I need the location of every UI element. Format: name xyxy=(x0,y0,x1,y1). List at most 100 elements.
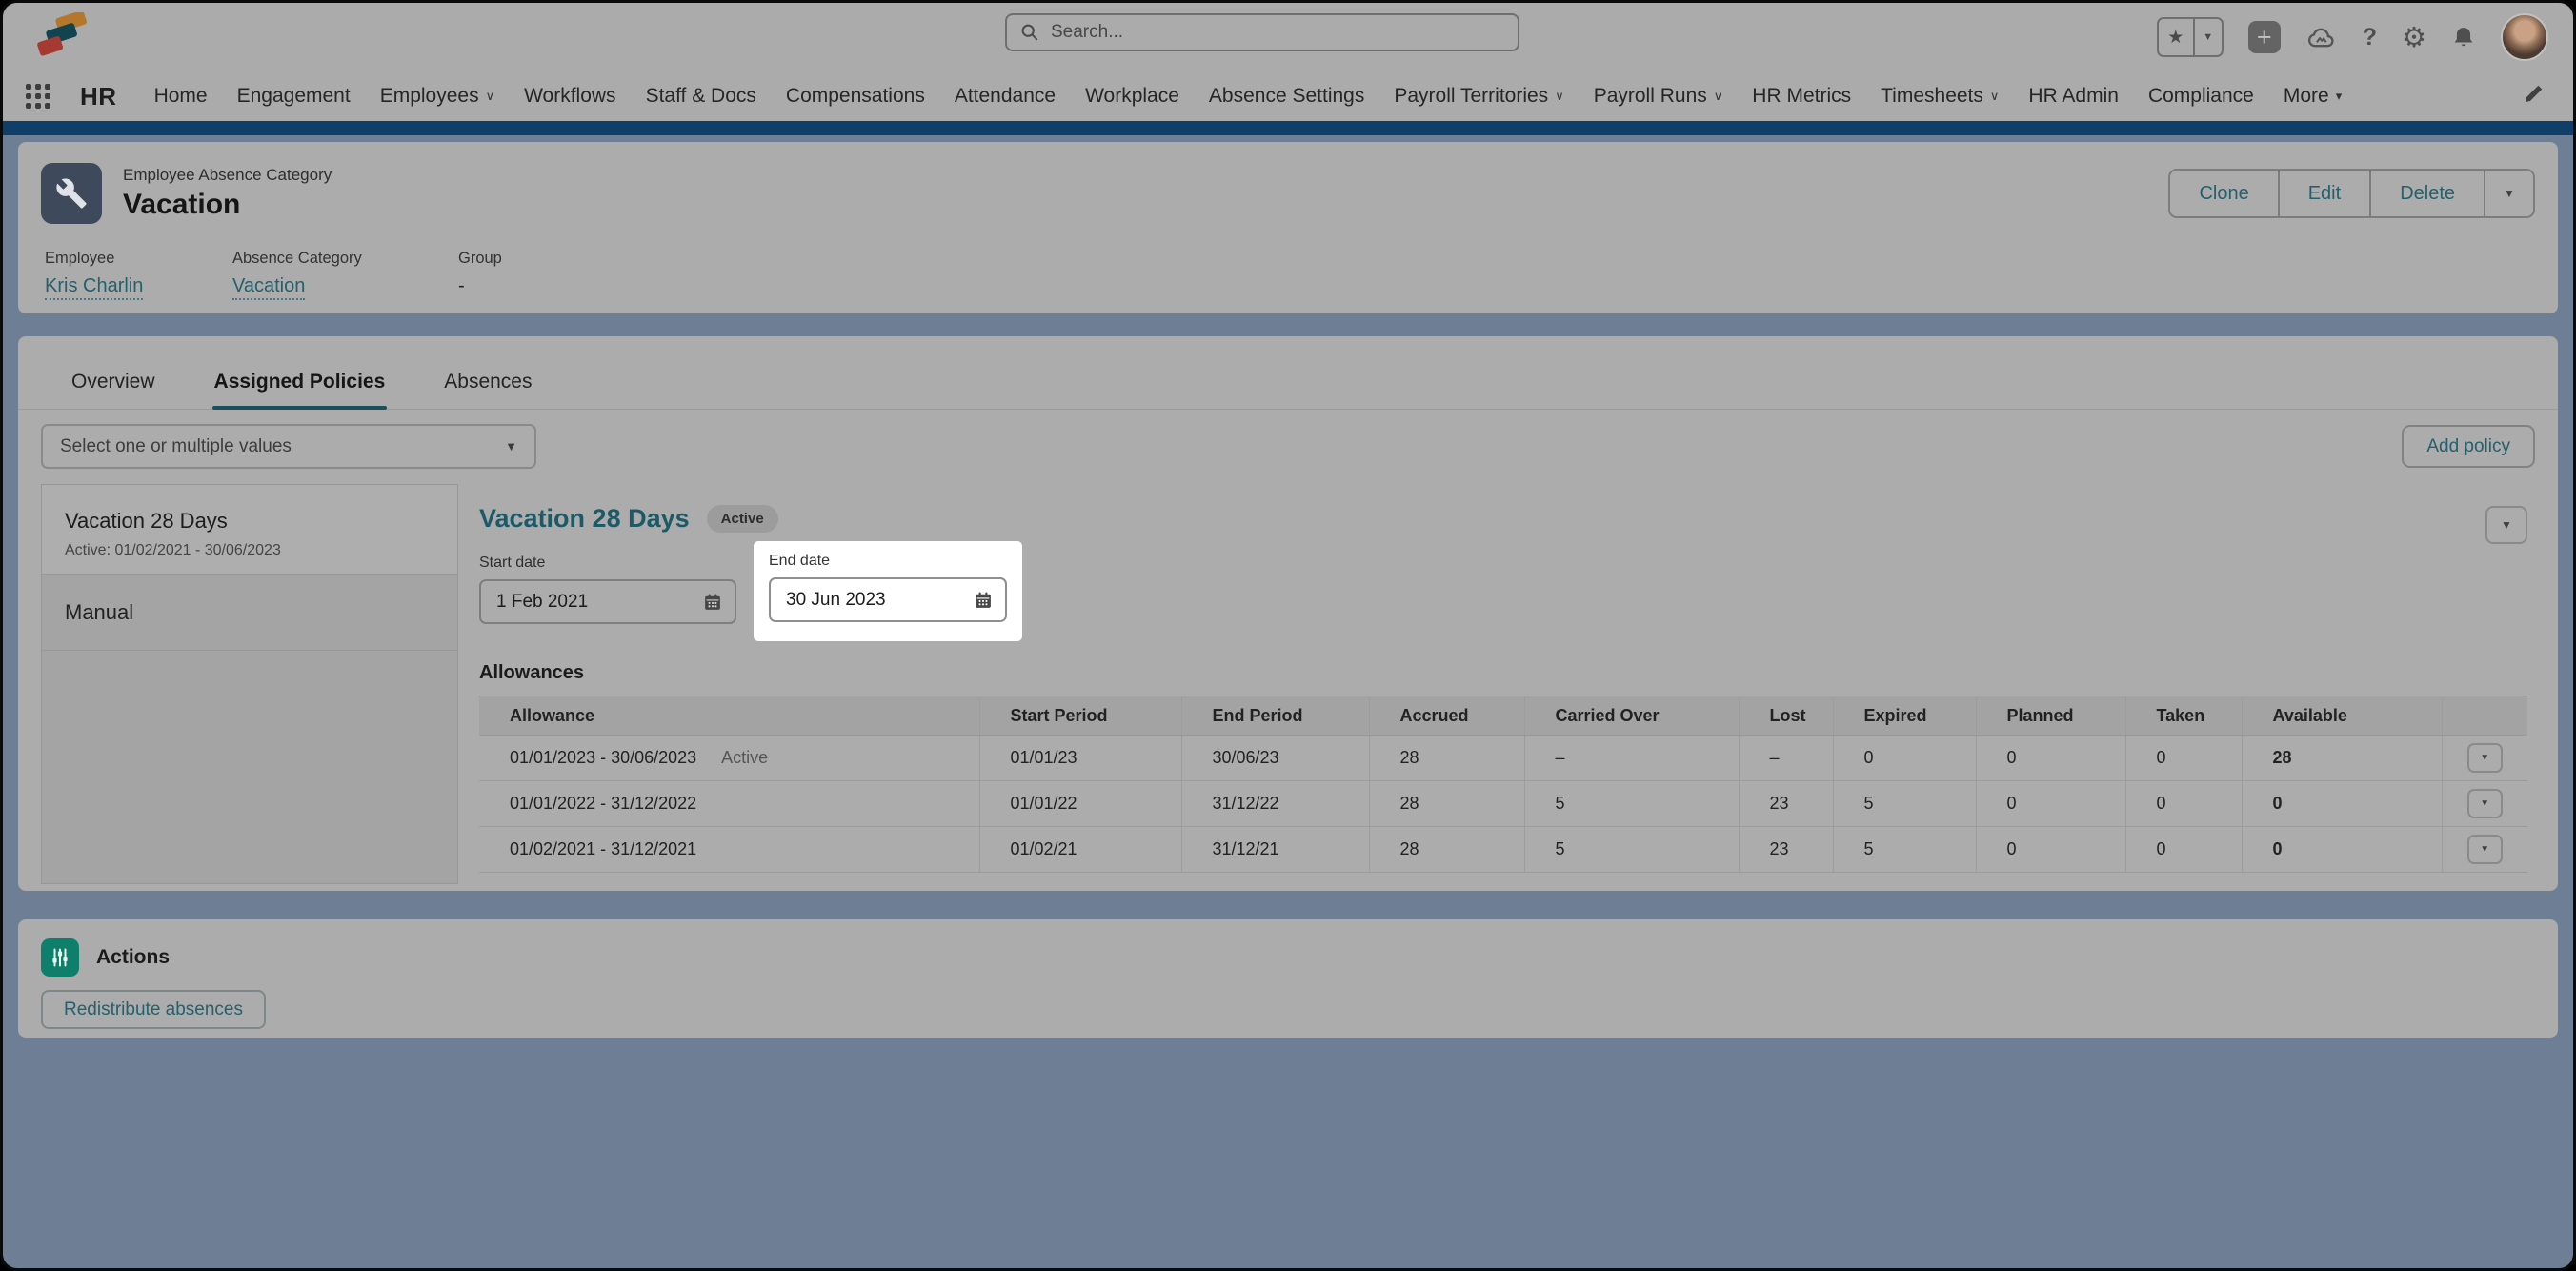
chevron-down-icon: ∨ xyxy=(1990,89,2000,104)
chevron-down-icon: ∨ xyxy=(1555,89,1564,104)
policy-title: Vacation 28 Days xyxy=(479,504,690,534)
allowances-heading: Allowances xyxy=(479,662,2535,684)
user-avatar[interactable] xyxy=(2501,13,2548,61)
actions-heading: Actions xyxy=(96,946,170,969)
clone-button[interactable]: Clone xyxy=(2170,171,2279,216)
search-input[interactable] xyxy=(1049,21,1504,44)
record-actions-button-group: Clone Edit Delete ▼ xyxy=(2168,169,2535,218)
field-employee: Employee Kris Charlin xyxy=(45,250,232,300)
app-window: ★ ▼ + ? ⚙ HR Home Engagement Employees∨ … xyxy=(0,0,2576,1271)
allowance-range: 01/01/2023 - 30/06/2023 xyxy=(510,748,696,767)
field-group: Group - xyxy=(458,250,502,300)
end-date-input[interactable]: 30 Jun 2023 xyxy=(769,577,1007,622)
start-date-field: Start date 1 Feb 2021 xyxy=(479,555,736,624)
actions-card: Actions Redistribute absences xyxy=(18,919,2558,1038)
nav-item-hr-metrics[interactable]: HR Metrics xyxy=(1752,85,1851,108)
record-entity-label: Employee Absence Category xyxy=(123,166,332,185)
absence-category-link[interactable]: Vacation xyxy=(232,275,305,300)
policy-actions-caret-button[interactable]: ▼ xyxy=(2485,506,2527,544)
wrench-icon xyxy=(55,177,88,210)
allowances-table: Allowance Start Period End Period Accrue… xyxy=(479,696,2527,873)
tab-overview[interactable]: Overview xyxy=(71,371,155,393)
add-policy-button[interactable]: Add policy xyxy=(2402,425,2535,468)
nav-item-engagement[interactable]: Engagement xyxy=(237,85,351,108)
caret-down-icon: ▾ xyxy=(2336,89,2343,104)
policy-filter-select[interactable]: Select one or multiple values ▼ xyxy=(41,424,536,469)
page-title: Vacation xyxy=(123,189,332,221)
nav-item-payroll-runs[interactable]: Payroll Runs∨ xyxy=(1594,85,1723,108)
nav-item-employees[interactable]: Employees∨ xyxy=(380,85,494,108)
redistribute-absences-button[interactable]: Redistribute absences xyxy=(41,990,266,1029)
chevron-down-icon: ∨ xyxy=(486,89,495,104)
guidance-cloud-icon[interactable] xyxy=(2305,25,2338,50)
help-icon[interactable]: ? xyxy=(2363,24,2377,51)
toolbar-row: Select one or multiple values ▼ Add poli… xyxy=(18,410,2558,484)
content-card: Overview Assigned Policies Absences Sele… xyxy=(18,336,2558,891)
search-icon xyxy=(1020,23,1039,42)
calendar-icon[interactable] xyxy=(703,593,722,612)
nav-item-payroll-territories[interactable]: Payroll Territories∨ xyxy=(1394,85,1563,108)
policy-list-item-vacation[interactable]: Vacation 28 Days Active: 01/02/2021 - 30… xyxy=(42,485,457,575)
nav-item-compensations[interactable]: Compensations xyxy=(786,85,925,108)
tab-bar: Overview Assigned Policies Absences xyxy=(18,336,2558,410)
actions-tile xyxy=(41,938,79,977)
start-date-input[interactable]: 1 Feb 2021 xyxy=(479,579,736,624)
nav-item-hr-admin[interactable]: HR Admin xyxy=(2028,85,2119,108)
nav-item-attendance[interactable]: Attendance xyxy=(955,85,1056,108)
policy-active-range: Active: 01/02/2021 - 30/06/2023 xyxy=(65,542,434,559)
end-date-field: End date 30 Jun 2023 xyxy=(769,553,1007,622)
edit-button[interactable]: Edit xyxy=(2280,171,2371,216)
nav-item-absence-settings[interactable]: Absence Settings xyxy=(1209,85,1364,108)
nav-item-workplace[interactable]: Workplace xyxy=(1085,85,1179,108)
favorite-star-icon[interactable]: ★ xyxy=(2159,19,2195,55)
policy-list-panel: Vacation 28 Days Active: 01/02/2021 - 30… xyxy=(41,484,458,884)
delete-button[interactable]: Delete xyxy=(2371,171,2485,216)
employee-link[interactable]: Kris Charlin xyxy=(45,275,143,300)
app-launcher-icon[interactable] xyxy=(26,84,50,109)
more-actions-caret-button[interactable]: ▼ xyxy=(2485,171,2533,216)
tab-absences[interactable]: Absences xyxy=(444,371,532,393)
nav-item-home[interactable]: Home xyxy=(154,85,208,108)
field-absence-category: Absence Category Vacation xyxy=(232,250,458,300)
table-row: 01/01/2023 - 30/06/2023Active 01/01/23 3… xyxy=(479,736,2527,781)
group-value: - xyxy=(458,275,502,297)
nav-item-timesheets[interactable]: Timesheets∨ xyxy=(1881,85,1999,108)
page-body: Employee Absence Category Vacation Clone… xyxy=(3,135,2573,1038)
notifications-bell-icon[interactable] xyxy=(2451,25,2476,50)
favorites-button-group[interactable]: ★ ▼ xyxy=(2157,17,2224,57)
tab-assigned-policies[interactable]: Assigned Policies xyxy=(214,371,386,393)
table-row: 01/01/2022 - 31/12/2022 01/01/22 31/12/2… xyxy=(479,781,2527,827)
allowance-range: 01/01/2022 - 31/12/2022 xyxy=(510,794,696,813)
allowance-range: 01/02/2021 - 31/12/2021 xyxy=(510,839,696,858)
nav-item-more[interactable]: More▾ xyxy=(2284,85,2342,108)
app-navigation-bar: HR Home Engagement Employees∨ Workflows … xyxy=(3,71,2573,121)
policy-detail-pane: ▼ Vacation 28 Days Active Start date 1 F… xyxy=(479,484,2535,891)
row-actions-button[interactable]: ▼ xyxy=(2467,835,2503,864)
record-header-card: Employee Absence Category Vacation Clone… xyxy=(18,142,2558,313)
app-name[interactable]: HR xyxy=(80,82,117,111)
end-date-spotlight: End date 30 Jun 2023 xyxy=(754,541,1022,641)
global-actions-button[interactable]: + xyxy=(2248,21,2281,53)
row-actions-button[interactable]: ▼ xyxy=(2467,743,2503,773)
nav-item-staff-docs[interactable]: Staff & Docs xyxy=(646,85,756,108)
row-actions-button[interactable]: ▼ xyxy=(2467,789,2503,818)
global-header: ★ ▼ + ? ⚙ xyxy=(3,3,2573,71)
edit-nav-pencil-icon[interactable] xyxy=(2522,83,2545,111)
table-row: 01/02/2021 - 31/12/2021 01/02/21 31/12/2… xyxy=(479,827,2527,873)
caret-down-icon: ▼ xyxy=(505,439,517,454)
nav-item-workflows[interactable]: Workflows xyxy=(524,85,615,108)
nav-item-compliance[interactable]: Compliance xyxy=(2148,85,2254,108)
chevron-down-icon: ∨ xyxy=(1714,89,1723,104)
table-header-row: Allowance Start Period End Period Accrue… xyxy=(479,696,2527,736)
calendar-icon[interactable] xyxy=(974,591,993,610)
brand-band xyxy=(3,121,2573,135)
sliders-icon xyxy=(50,947,70,968)
favorites-caret-icon[interactable]: ▼ xyxy=(2195,19,2222,55)
company-logo-icon xyxy=(37,12,92,63)
plus-icon: + xyxy=(2257,25,2272,50)
record-object-tile xyxy=(41,163,102,224)
policy-list-item-manual[interactable]: Manual xyxy=(42,575,457,651)
global-search[interactable] xyxy=(1005,13,1519,51)
setup-gear-icon[interactable]: ⚙ xyxy=(2402,21,2426,54)
allowance-status: Active xyxy=(721,748,768,767)
